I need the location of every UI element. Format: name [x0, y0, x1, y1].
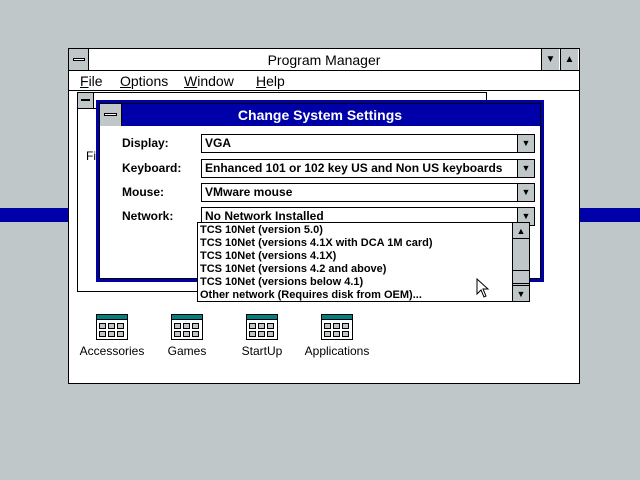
scroll-thumb[interactable]	[513, 270, 529, 284]
mouse-dropdown-icon[interactable]: ▼	[517, 184, 534, 201]
menu-file[interactable]: File	[80, 72, 103, 90]
display-select[interactable]: VGA ▼	[201, 134, 535, 153]
keyboard-value: Enhanced 101 or 102 key US and Non US ke…	[205, 161, 503, 175]
network-list-scrollbar[interactable]: ▲ ▼	[512, 223, 529, 301]
group-system-menu-button[interactable]	[78, 93, 94, 108]
dialog-system-menu-icon	[104, 113, 117, 116]
menu-help[interactable]: Help	[256, 72, 285, 90]
menu-window[interactable]: Window	[184, 72, 234, 90]
display-value: VGA	[205, 136, 232, 150]
network-option[interactable]: TCS 10Net (version 5.0)	[200, 224, 323, 237]
network-option[interactable]: TCS 10Net (versions 4.1X with DCA 1M car…	[200, 237, 433, 250]
mouse-label: Mouse:	[122, 185, 164, 199]
dialog-titlebar[interactable]: Change System Settings	[100, 104, 540, 126]
network-option[interactable]: TCS 10Net (versions below 4.1)	[200, 276, 363, 289]
network-label: Network:	[122, 209, 174, 223]
dialog-title: Change System Settings	[237, 107, 403, 123]
applications-group-icon[interactable]	[321, 314, 353, 340]
display-dropdown-icon[interactable]: ▼	[517, 135, 534, 152]
keyboard-dropdown-icon[interactable]: ▼	[517, 160, 534, 177]
dialog-system-menu-button[interactable]	[100, 104, 122, 126]
accessories-group-icon[interactable]	[96, 314, 128, 340]
mouse-select[interactable]: VMware mouse ▼	[201, 183, 535, 202]
program-manager-titlebar[interactable]: Program Manager	[69, 49, 579, 71]
menu-bar: File Options Window Help	[69, 71, 579, 91]
startup-group-icon[interactable]	[246, 314, 278, 340]
mouse-value: VMware mouse	[205, 185, 293, 199]
scroll-up-icon[interactable]: ▲	[513, 223, 529, 239]
games-group-label[interactable]: Games	[147, 344, 227, 358]
display-label: Display:	[122, 136, 169, 150]
network-option[interactable]: TCS 10Net (versions 4.1X)	[200, 250, 336, 263]
network-option[interactable]: Other network (Requires disk from OEM)..…	[200, 289, 422, 302]
accessories-group-label[interactable]: Accessories	[72, 344, 152, 358]
mouse-pointer-icon	[476, 278, 490, 298]
menu-options[interactable]: Options	[120, 72, 168, 90]
applications-group-label[interactable]: Applications	[297, 344, 377, 358]
keyboard-label: Keyboard:	[122, 161, 182, 175]
keyboard-select[interactable]: Enhanced 101 or 102 key US and Non US ke…	[201, 159, 535, 178]
system-menu-icon	[73, 58, 85, 61]
startup-group-label[interactable]: StartUp	[222, 344, 302, 358]
window-title: Program Manager	[267, 52, 381, 68]
games-group-icon[interactable]	[171, 314, 203, 340]
scroll-down-icon[interactable]: ▼	[513, 285, 529, 301]
maximize-button[interactable]: ▲	[560, 49, 578, 70]
minimize-button[interactable]: ▼	[541, 49, 559, 70]
group-system-menu-icon	[81, 99, 90, 101]
network-option[interactable]: TCS 10Net (versions 4.2 and above)	[200, 263, 386, 276]
system-menu-button[interactable]	[69, 49, 89, 70]
